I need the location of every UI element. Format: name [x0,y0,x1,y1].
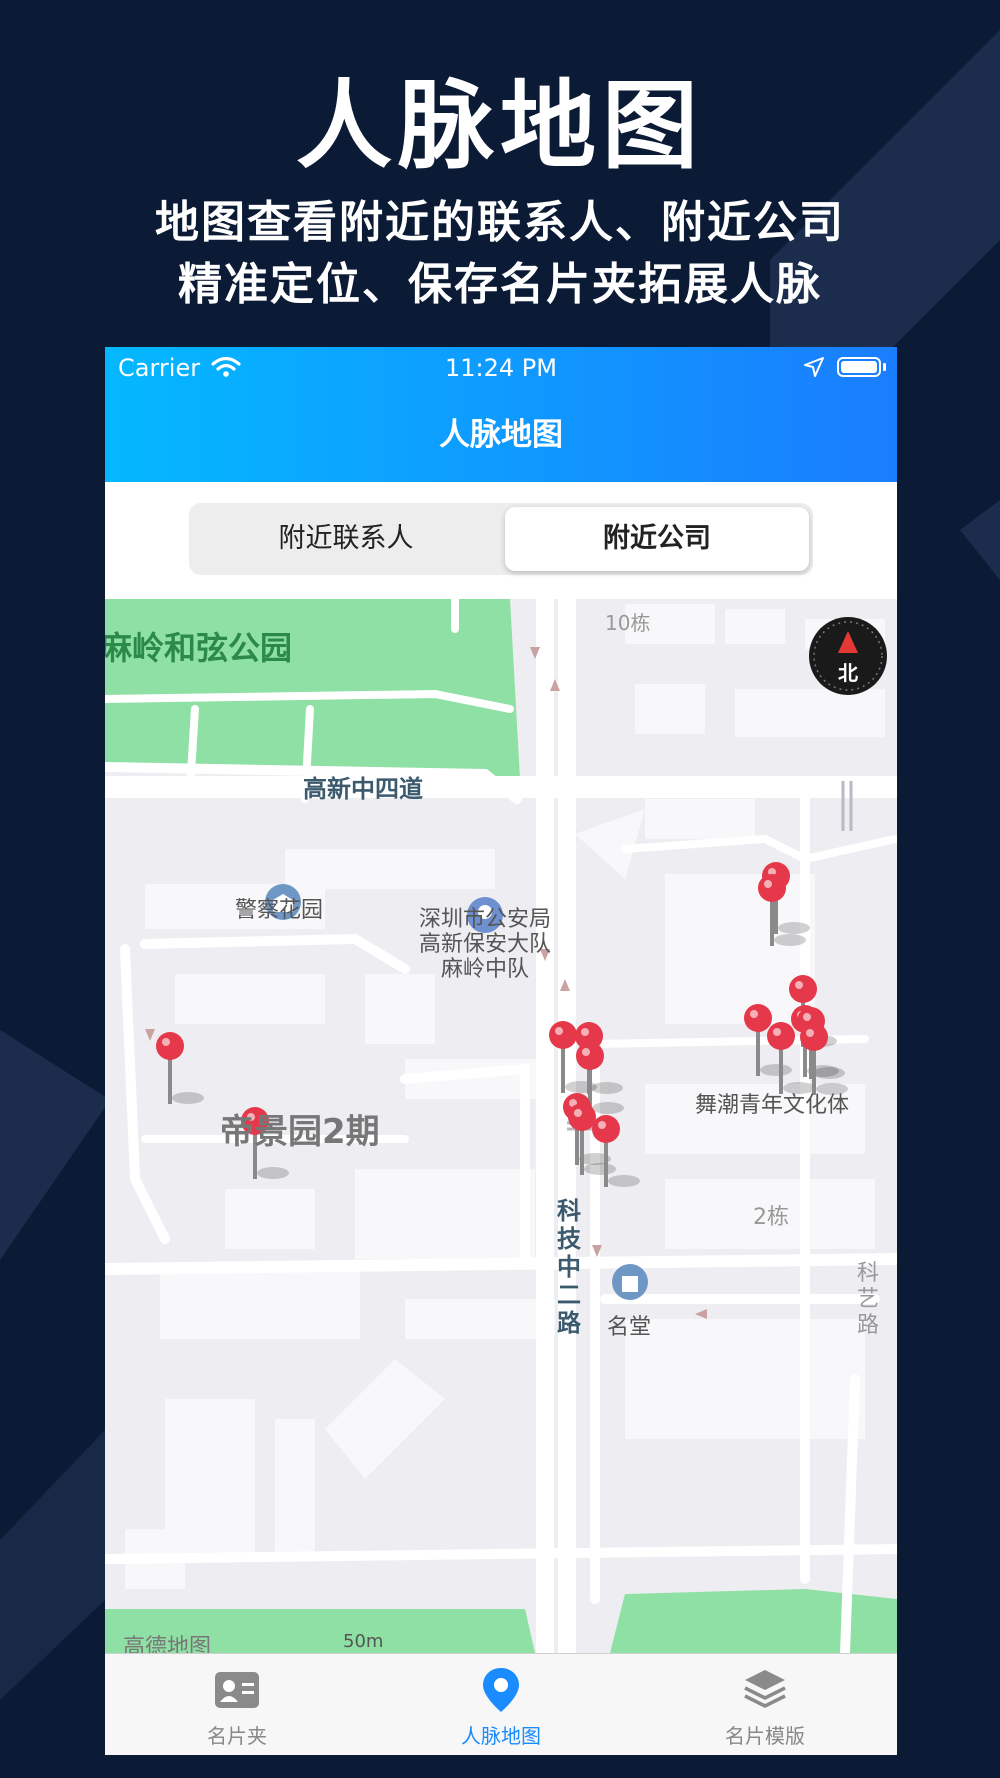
tab-contact-map[interactable]: 人脉地图 [369,1654,633,1755]
map-label-park: 麻岭和弦公园 [105,629,293,667]
tab-label: 名片模版 [725,1724,805,1748]
map-label-road-keji: 科技中二路 [557,1197,581,1337]
status-time: 11:24 PM [445,354,557,382]
park-area [610,1589,897,1653]
promo-subtitle-1: 地图查看附近的联系人、附近公司 [155,197,845,248]
tab-label: 名片夹 [207,1724,267,1748]
map-label-road-keyi: 科艺路 [857,1261,880,1338]
map-label-diyuan: 帝景园2期 [220,1112,380,1152]
compass-label: 北 [838,661,858,685]
map-label-mingtang: 名堂 [607,1315,652,1340]
contact-card-icon [215,1672,259,1708]
tab-label: 人脉地图 [461,1724,541,1748]
location-arrow-icon [804,357,824,377]
segment-nearby-companies[interactable]: 附近公司 [505,507,809,571]
layers-icon [744,1670,786,1708]
map-label-building-10: 10栋 [605,611,651,635]
map-label-police-3: 麻岭中队 [440,957,529,982]
promo-title: 人脉地图 [296,70,704,182]
segment-nearby-contacts[interactable]: 附近联系人 [193,507,499,571]
map-label-amap: 高德地图 [123,1635,212,1653]
promo-subtitle-2: 精准定位、保存名片夹拓展人脉 [178,259,822,310]
map-view[interactable]: 麻岭和弦公园 10栋 高新中四道 警察花园 深圳市公安局 高新保安大队 麻岭中队… [105,599,897,1653]
map-label-wuchao: 舞潮青年文化体 [695,1093,850,1118]
map-pin-icon [483,1668,519,1712]
map-scale-label: 50m [343,1631,384,1652]
tab-card-templates[interactable]: 名片模版 [633,1654,897,1755]
header: Carrier 11:24 PM 人脉地图 [105,347,897,482]
tab-card-holder[interactable]: 名片夹 [105,1654,369,1755]
battery-cap [883,363,886,371]
map-label-road-gaoxin4: 高新中四道 [303,775,423,803]
map-label-police-garden: 警察花园 [235,898,324,923]
status-bar: Carrier 11:24 PM [105,347,897,391]
page-title: 人脉地图 [439,417,563,453]
compass-button[interactable]: 北 [809,617,887,695]
segmented-control: 附近联系人 附近公司 [189,503,813,575]
phone-screen: Carrier 11:24 PM 人脉地图 附近联系人 附近公司 麻岭和弦公园 … [105,347,897,1755]
map-label-building-2: 2栋 [753,1205,789,1230]
battery-icon [837,357,881,377]
tab-bar: 名片夹 人脉地图 名片模版 [105,1653,897,1755]
